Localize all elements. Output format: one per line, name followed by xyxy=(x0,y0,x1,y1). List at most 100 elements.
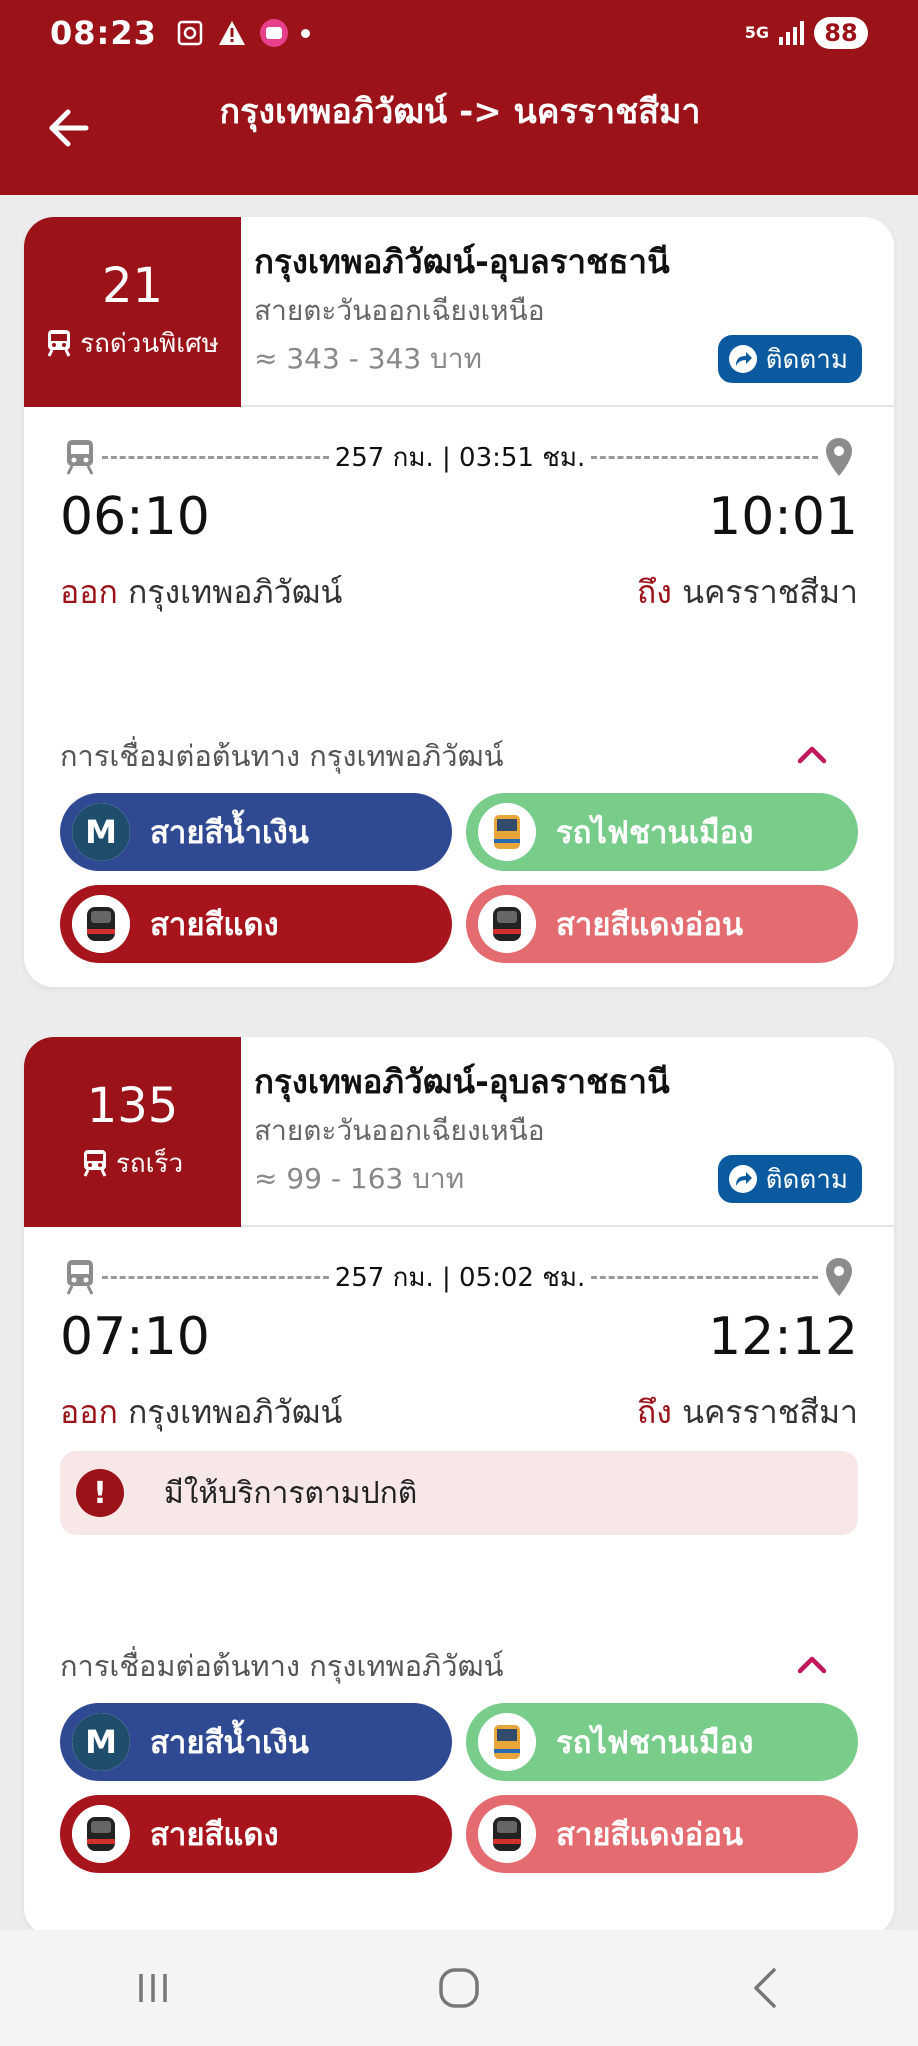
train-type: รถด่วนพิเศษ xyxy=(46,323,219,364)
route-name: กรุงเทพอภิวัฒน์-อุบลราชธานี xyxy=(254,1062,670,1101)
location-pin-icon xyxy=(826,1258,853,1296)
trip-track: 257 กม. | 03:51 ชม. xyxy=(64,437,854,477)
train-badge: 21 รถด่วนพิเศษ xyxy=(24,217,241,407)
collapse-connections-button[interactable] xyxy=(790,733,834,777)
red-line-train-icon xyxy=(72,1805,130,1863)
connection-label-text: สายสีน้ำเงิน xyxy=(150,1725,309,1761)
warning-icon xyxy=(217,18,247,48)
light-red-line-train-icon xyxy=(478,895,536,953)
departure-time: 07:10 xyxy=(60,1307,210,1367)
departure-station-name: กรุงเทพอภิวัฒน์ xyxy=(127,1393,343,1431)
chevron-up-icon xyxy=(797,746,827,764)
connection-light-red-line[interactable]: สายสีแดงอ่อน xyxy=(466,1795,858,1873)
home-icon xyxy=(439,1968,479,2008)
recents-icon xyxy=(139,1974,167,2002)
svg-text:M: M xyxy=(85,813,117,851)
train-number: 135 xyxy=(86,1078,179,1135)
connection-label-text: สายสีน้ำเงิน xyxy=(150,815,309,851)
share-arrow-icon xyxy=(728,345,757,373)
train-card[interactable]: 21 รถด่วนพิเศษ กรุงเทพอภิวัฒน์-อุบลราชธา… xyxy=(24,217,894,987)
arrival-station-name: นครราชสีมา xyxy=(682,1393,858,1431)
arrival-station: ถึง นครราชสีมา xyxy=(637,567,858,618)
train-icon xyxy=(83,1150,107,1178)
fare-range: ≈ 343 - 343 บาท xyxy=(254,342,483,375)
distance-duration: 257 กม. | 05:02 ชม. xyxy=(334,1262,586,1293)
arrival-time: 12:12 xyxy=(708,1307,858,1367)
train-icon xyxy=(66,440,94,475)
train-icon xyxy=(66,1260,94,1295)
top-bar: 08:23 5G 88 กรุงเทพอภิวัฒน์ -> นครราชสีม… xyxy=(0,0,918,195)
connection-label-text: สายสีแดง xyxy=(150,907,279,943)
train-card-header: 21 รถด่วนพิเศษ กรุงเทพอภิวัฒน์-อุบลราชธา… xyxy=(24,217,894,407)
follow-button[interactable]: ติดตาม xyxy=(717,1155,862,1203)
connection-blue-line[interactable]: M สายสีน้ำเงิน xyxy=(60,793,452,871)
line-name: สายตะวันออกเฉียงเหนือ xyxy=(254,294,545,327)
commuter-train-icon xyxy=(478,1713,536,1771)
train-type-label: รถเร็ว xyxy=(115,1148,184,1179)
route-name: กรุงเทพอภิวัฒน์-อุบลราชธานี xyxy=(254,242,670,281)
departure-station: ออก กรุงเทพอภิวัฒน์ xyxy=(60,1387,342,1438)
connection-label-text: รถไฟชานเมือง xyxy=(556,815,754,851)
train-number: 21 xyxy=(101,258,164,315)
connection-label: การเชื่อมต่อต้นทาง กรุงเทพอภิวัฒน์ xyxy=(60,1649,504,1683)
arrival-prefix: ถึง xyxy=(636,1393,672,1431)
track-line xyxy=(102,455,329,459)
page-title: กรุงเทพอภิวัฒน์ -> นครราชสีมา xyxy=(219,92,701,132)
follow-label: ติดตาม xyxy=(765,344,848,375)
train-list[interactable]: 21 รถด่วนพิเศษ กรุงเทพอภิวัฒน์-อุบลราชธา… xyxy=(0,195,918,1930)
connection-red-line[interactable]: สายสีแดง xyxy=(60,885,452,963)
arrival-station-name: นครราชสีมา xyxy=(682,573,858,611)
track-line xyxy=(591,455,819,459)
departure-time: 06:10 xyxy=(60,487,210,547)
red-line-train-icon xyxy=(72,895,130,953)
follow-button[interactable]: ติดตาม xyxy=(717,335,862,383)
connection-commuter-train[interactable]: รถไฟชานเมือง xyxy=(466,1703,858,1781)
service-notice: ! มีให้บริการตามปกติ xyxy=(60,1451,858,1535)
train-icon xyxy=(47,330,71,358)
status-bar: 08:23 5G 88 xyxy=(50,8,868,58)
departure-station-name: กรุงเทพอภิวัฒน์ xyxy=(127,573,343,611)
metro-m-icon: M xyxy=(72,803,130,861)
connection-red-line[interactable]: สายสีแดง xyxy=(60,1795,452,1873)
track-line xyxy=(591,1275,819,1279)
share-arrow-icon xyxy=(728,1165,757,1193)
train-type: รถเร็ว xyxy=(82,1143,183,1184)
more-notifications-dot xyxy=(300,28,310,38)
signal-icon xyxy=(779,21,804,45)
connection-blue-line[interactable]: M สายสีน้ำเงิน xyxy=(60,1703,452,1781)
network-indicator: 5G xyxy=(744,23,769,42)
departure-prefix: ออก xyxy=(60,573,118,611)
departure-prefix: ออก xyxy=(60,1393,118,1431)
back-button[interactable] xyxy=(38,98,98,158)
train-card-header: 135 รถเร็ว กรุงเทพอภิวัฒน์-อุบลราชธานี ส… xyxy=(24,1037,894,1227)
commuter-train-icon xyxy=(478,803,536,861)
info-icon: ! xyxy=(76,1469,124,1517)
connection-label-text: สายสีแดงอ่อน xyxy=(556,907,744,943)
connection-light-red-line[interactable]: สายสีแดงอ่อน xyxy=(466,885,858,963)
back-nav-button[interactable] xyxy=(720,1953,810,2023)
track-line xyxy=(102,1275,329,1279)
arrival-time: 10:01 xyxy=(708,487,858,547)
light-red-line-train-icon xyxy=(478,1805,536,1863)
home-button[interactable] xyxy=(414,1953,504,2023)
arrival-station: ถึง นครราชสีมา xyxy=(637,1387,858,1438)
metro-m-icon: M xyxy=(72,1713,130,1771)
recents-button[interactable] xyxy=(108,1953,198,2023)
arrival-prefix: ถึง xyxy=(636,573,672,611)
connection-commuter-train[interactable]: รถไฟชานเมือง xyxy=(466,793,858,871)
trip-info: 257 กม. | 05:02 ชม. 07:10 12:12 ออก กรุง… xyxy=(24,1227,894,1457)
app-notification-icon xyxy=(259,18,289,48)
service-notice-text: มีให้บริการตามปกติ xyxy=(164,1475,418,1511)
train-type-label: รถด่วนพิเศษ xyxy=(80,328,219,359)
connection-label: การเชื่อมต่อต้นทาง กรุงเทพอภิวัฒน์ xyxy=(60,739,504,773)
connection-label-text: สายสีแดงอ่อน xyxy=(556,1817,744,1853)
back-arrow-icon xyxy=(49,109,89,147)
collapse-connections-button[interactable] xyxy=(790,1643,834,1687)
train-card[interactable]: 135 รถเร็ว กรุงเทพอภิวัฒน์-อุบลราชธานี ส… xyxy=(24,1037,894,1930)
back-nav-icon xyxy=(754,1968,776,2008)
line-name: สายตะวันออกเฉียงเหนือ xyxy=(254,1114,545,1147)
trip-track: 257 กม. | 05:02 ชม. xyxy=(64,1257,854,1297)
system-nav-bar xyxy=(0,1930,918,2046)
follow-label: ติดตาม xyxy=(765,1164,848,1195)
fare-range: ≈ 99 - 163 บาท xyxy=(254,1162,465,1195)
